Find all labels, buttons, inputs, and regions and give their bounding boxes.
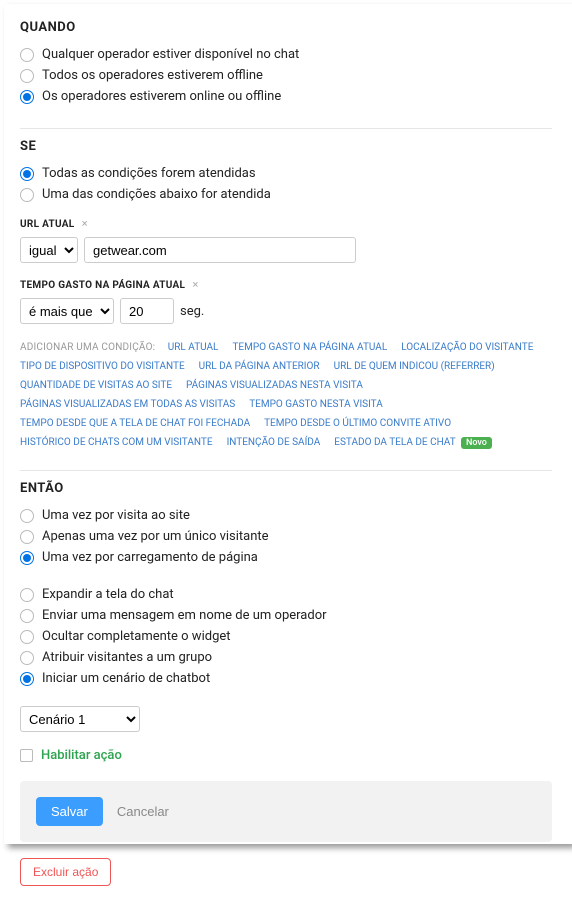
entao-action-radio-1[interactable] [20,609,34,623]
section-quando: QUANDO Qualquer operador estiver disponí… [20,10,552,128]
entao-action-radio-4[interactable] [20,672,34,686]
se-label-0: Todas as condições forem atendidas [42,166,256,181]
section-se: SE Todas as condições forem atendidas Uma… [20,128,552,470]
condition-link-11[interactable]: TEMPO DESDE O ÚLTIMO CONVITE ATIVO [264,414,451,433]
entao-action-option-0[interactable]: Expandir a tela do chat [20,587,552,602]
se-radio-0[interactable] [20,167,34,181]
condition-link-13[interactable]: INTENÇÃO DE SAÍDA [227,433,321,452]
entao-freq-label-0: Uma vez por visita ao site [42,508,190,523]
quando-radio-2[interactable] [20,90,34,104]
entao-freq-radio-0[interactable] [20,509,34,523]
entao-freq-option-2[interactable]: Uma vez por carregamento de página [20,550,552,565]
se-option-0[interactable]: Todas as condições forem atendidas [20,166,552,181]
remove-tempo-condition[interactable]: × [193,278,199,291]
tempo-suffix: seg. [180,304,204,319]
add-condition-area: ADICIONAR UMA CONDIÇÃO: URL ATUAL TEMPO G… [20,338,552,452]
entao-freq-option-0[interactable]: Uma vez por visita ao site [20,508,552,523]
condition-link-estado-chat[interactable]: ESTADO DA TELA DE CHAT Novo [334,433,492,452]
quando-radio-1[interactable] [20,69,34,83]
condition-link-6[interactable]: QUANTIDADE DE VISITAS AO SITE [20,376,172,395]
entao-freq-radio-1[interactable] [20,530,34,544]
entao-freq-option-1[interactable]: Apenas uma vez por um único visitante [20,529,552,544]
condition-link-3[interactable]: TIPO DE DISPOSITIVO DO VISITANTE [20,357,185,376]
entao-action-option-4[interactable]: Iniciar um cenário de chatbot [20,671,552,686]
field-label-url: URL ATUAL [20,219,75,230]
save-button[interactable]: Salvar [36,797,103,826]
novo-badge: Novo [461,437,492,449]
url-operator-select[interactable]: igual [20,237,78,263]
entao-action-radio-0[interactable] [20,588,34,602]
condition-link-7[interactable]: PÁGINAS VISUALIZADAS NESTA VISITA [186,376,363,395]
condition-link-0[interactable]: URL ATUAL [168,338,219,357]
section-title-se: SE [20,139,552,154]
field-url-atual: URL ATUAL × igual [20,216,552,263]
entao-action-radio-3[interactable] [20,651,34,665]
action-bar: Salvar Cancelar [20,781,552,842]
entao-freq-radio-2[interactable] [20,551,34,565]
quando-option-2[interactable]: Os operadores estiverem online ou offlin… [20,89,552,104]
condition-link-5[interactable]: URL DE QUEM INDICOU (REFERRER) [334,357,495,376]
quando-radio-0[interactable] [20,48,34,62]
section-entao: ENTÃO Uma vez por visita ao site Apenas u… [20,470,552,904]
entao-action-option-3[interactable]: Atribuir visitantes a um grupo [20,650,552,665]
entao-action-label-4: Iniciar um cenário de chatbot [42,671,210,686]
quando-label-1: Todos os operadores estiverem offline [42,68,263,83]
field-label-tempo: TEMPO GASTO NA PÁGINA ATUAL [20,280,185,291]
enable-action-checkbox[interactable] [20,749,33,762]
se-option-1[interactable]: Uma das condições abaixo for atendida [20,187,552,202]
cancel-button[interactable]: Cancelar [117,804,169,819]
quando-label-0: Qualquer operador estiver disponível no … [42,47,299,62]
entao-action-label-2: Ocultar completamente o widget [42,629,231,644]
condition-link-1[interactable]: TEMPO GASTO NA PÁGINA ATUAL [232,338,387,357]
enable-action-label: Habilitar ação [41,748,122,763]
se-radio-1[interactable] [20,188,34,202]
entao-action-label-0: Expandir a tela do chat [42,587,174,602]
field-tempo-pagina: TEMPO GASTO NA PÁGINA ATUAL × é mais que… [20,277,552,324]
tempo-operator-select[interactable]: é mais que [20,298,114,324]
condition-link-4[interactable]: URL DA PÁGINA ANTERIOR [199,357,320,376]
url-value-input[interactable] [84,237,356,263]
entao-freq-label-1: Apenas uma vez por um único visitante [42,529,269,544]
condition-link-10[interactable]: TEMPO DESDE QUE A TELA DE CHAT FOI FECHA… [20,414,250,433]
quando-label-2: Os operadores estiverem online ou offlin… [42,89,281,104]
entao-action-option-1[interactable]: Enviar uma mensagem em nome de um operad… [20,608,552,623]
add-condition-label: ADICIONAR UMA CONDIÇÃO: [20,342,155,353]
quando-option-0[interactable]: Qualquer operador estiver disponível no … [20,47,552,62]
entao-freq-label-2: Uma vez por carregamento de página [42,550,258,565]
section-title-quando: QUANDO [20,20,552,35]
section-title-entao: ENTÃO [20,481,552,496]
entao-action-label-3: Atribuir visitantes a um grupo [42,650,212,665]
condition-link-12[interactable]: HISTÓRICO DE CHATS COM UM VISITANTE [20,433,213,452]
condition-link-9[interactable]: TEMPO GASTO NESTA VISITA [249,395,383,414]
quando-option-1[interactable]: Todos os operadores estiverem offline [20,68,552,83]
condition-link-2[interactable]: LOCALIZAÇÃO DO VISITANTE [401,338,533,357]
scenario-select[interactable]: Cenário 1 [20,706,140,732]
delete-action-button[interactable]: Excluir ação [20,858,111,886]
entao-action-radio-2[interactable] [20,630,34,644]
se-label-1: Uma das condições abaixo for atendida [42,187,271,202]
tempo-value-input[interactable] [120,298,174,324]
enable-action-row[interactable]: Habilitar ação [20,748,552,763]
remove-url-condition[interactable]: × [82,217,88,230]
entao-action-label-1: Enviar uma mensagem em nome de um operad… [42,608,327,623]
condition-link-8[interactable]: PÁGINAS VISUALIZADAS EM TODAS AS VISITAS [20,395,235,414]
entao-action-option-2[interactable]: Ocultar completamente o widget [20,629,552,644]
